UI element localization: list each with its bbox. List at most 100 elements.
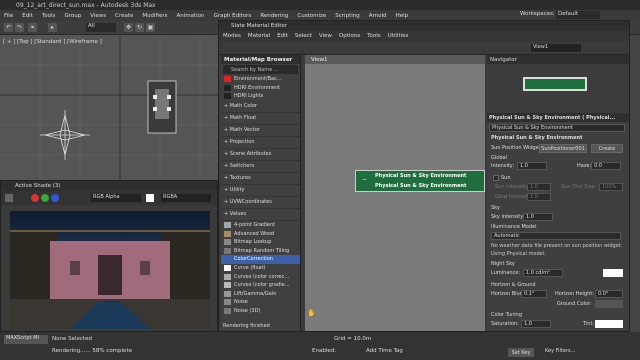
menu-item-edit[interactable]: Edit (22, 13, 33, 19)
menu-item-create[interactable]: Create (115, 13, 133, 19)
browser-map-item[interactable]: 4-point Gradient (221, 221, 300, 230)
browser-map-item[interactable]: Advanced Wood (221, 229, 300, 238)
sun-checkbox[interactable] (493, 175, 499, 181)
sme-menu-tools[interactable]: Tools (367, 33, 381, 39)
red-channel-icon[interactable] (31, 194, 39, 202)
browser-map-item[interactable]: Curves (color correc... (221, 272, 300, 281)
undo-icon[interactable]: ↶ (4, 23, 13, 32)
key-filters-button[interactable]: Key Filters... (545, 348, 575, 354)
luminance-field[interactable]: 1.0 cd/m² (523, 269, 563, 277)
browser-map-item[interactable]: Curves (color gradie... (221, 281, 300, 290)
horizon-blur-field[interactable]: 0.1° (521, 290, 547, 298)
redo-icon[interactable]: ↷ (15, 23, 24, 32)
sme-menu-select[interactable]: Select (295, 33, 312, 39)
add-time-tag-button[interactable]: Add Time Tag (366, 348, 403, 354)
browser-search-input[interactable]: Search by Name ... (223, 65, 298, 74)
view-tab-dropdown[interactable]: View1 (531, 44, 581, 52)
sme-menu-edit[interactable]: Edit (277, 33, 288, 39)
browser-category[interactable]: + UVWCoordinates (221, 197, 300, 209)
menu-item-views[interactable]: Views (90, 13, 106, 19)
display-dropdown[interactable]: RGBA (161, 194, 211, 202)
menu-item-arnold[interactable]: Arnold (369, 13, 387, 19)
physical-model-note: Using Physical model. (491, 251, 546, 257)
blue-channel-icon[interactable] (51, 194, 59, 202)
node-view[interactable]: View1 Physical Sun & Sky Environment Phy… (305, 55, 485, 331)
illuminance-model-dropdown[interactable]: Automatic (491, 232, 621, 240)
create-button[interactable]: Create (591, 144, 623, 153)
tint-swatch[interactable] (595, 320, 623, 328)
move-icon[interactable]: ✥ (124, 23, 133, 32)
browser-category[interactable]: + Math Color (221, 101, 300, 113)
material-name-field[interactable]: Physical Sun & Sky Environment (489, 124, 625, 132)
browser-map-item[interactable]: Noise (221, 298, 300, 307)
menu-item-group[interactable]: Group (64, 13, 81, 19)
navigator-viewport-box[interactable] (523, 77, 587, 91)
sun-disc-size-field[interactable]: 100% (599, 183, 623, 191)
channel-dropdown[interactable]: RGB Alpha (91, 194, 141, 202)
browser-map-item[interactable]: Environment/Bac... (221, 75, 300, 84)
browser-map-item[interactable]: Lift/Gamma/Gain (221, 290, 300, 299)
sky-intensity-field[interactable]: 1.0 (523, 213, 553, 221)
browser-map-item[interactable]: HDRI Lights (221, 92, 300, 101)
browser-map-item[interactable]: Noise (3D) (221, 307, 300, 316)
sme-menu-utilities[interactable]: Utilities (388, 33, 409, 39)
select-icon[interactable]: ▸ (48, 23, 57, 32)
pan-hand-icon[interactable]: ✋ (307, 309, 316, 317)
rollout-title[interactable]: Physical Sun & Sky Environment (491, 135, 582, 141)
browser-category[interactable]: + Switchers (221, 161, 300, 173)
sun-sky-node[interactable]: Physical Sun & Sky Environment Physical … (355, 170, 485, 192)
glow-intensity-field[interactable]: 1.0 (527, 193, 551, 201)
sun-widget-button[interactable]: SunPositioner001 (539, 144, 587, 153)
display-swatch[interactable] (146, 194, 154, 202)
rotate-icon[interactable]: ↻ (135, 23, 144, 32)
browser-category[interactable]: + Math Vector (221, 125, 300, 137)
sme-menu-view[interactable]: View (319, 33, 332, 39)
night-sky-color-swatch[interactable] (603, 269, 623, 277)
haze-field[interactable]: 0.0 (591, 162, 621, 170)
menu-item-rendering[interactable]: Rendering (260, 13, 288, 19)
browser-map-item[interactable]: ColorCorrection (221, 255, 300, 264)
viewport-top[interactable] (0, 35, 220, 185)
rendered-scene-image (10, 211, 210, 329)
scale-icon[interactable]: ▣ (146, 23, 155, 32)
global-group-label: Global (491, 155, 507, 161)
browser-category[interactable]: + Textures (221, 173, 300, 185)
browser-category[interactable]: + Math Float (221, 113, 300, 125)
browser-category[interactable]: + Values (221, 209, 300, 221)
sme-menu-material[interactable]: Material (248, 33, 270, 39)
selection-filter-dropdown[interactable]: All (86, 23, 116, 32)
browser-map-item[interactable]: Curve (float) (221, 264, 300, 273)
browser-category[interactable]: + Projection (221, 137, 300, 149)
browser-category[interactable]: + Scene Attributes (221, 149, 300, 161)
intensity-field[interactable]: 1.0 (517, 162, 547, 170)
ground-color-swatch[interactable] (595, 300, 623, 308)
saturation-field[interactable]: 1.0 (521, 320, 551, 328)
sme-menu-modes[interactable]: Modes (223, 33, 241, 39)
set-key-button[interactable]: Set Key (508, 348, 534, 357)
menu-item-file[interactable]: File (4, 13, 13, 19)
viewport-label[interactable]: [ + ] [Top ] [Standard ] [Wireframe ] (3, 39, 102, 45)
view-tab[interactable]: View1 (305, 55, 485, 64)
save-icon[interactable] (5, 194, 13, 202)
menu-item-animation[interactable]: Animation (177, 13, 205, 19)
workspace-dropdown[interactable]: Default (556, 11, 600, 19)
node-collapse-icon[interactable]: − (362, 176, 367, 183)
menu-item-help[interactable]: Help (396, 13, 409, 19)
browser-category[interactable]: + Utility (221, 185, 300, 197)
browser-map-item[interactable]: Bitmap Lookup (221, 238, 300, 247)
green-channel-icon[interactable] (41, 194, 49, 202)
browser-map-item[interactable]: Bitmap Random Tiling (221, 247, 300, 256)
map-swatch (224, 239, 231, 246)
browser-map-item[interactable]: HDRI Environment (221, 84, 300, 93)
menu-item-customize[interactable]: Customize (297, 13, 326, 19)
menu-item-graph-editors[interactable]: Graph Editors (214, 13, 252, 19)
link-icon[interactable]: ⚭ (28, 23, 37, 32)
menu-item-tools[interactable]: Tools (42, 13, 56, 19)
menu-item-modifiers[interactable]: Modifiers (142, 13, 167, 19)
sun-widget-label: Sun Position Widget: (491, 145, 543, 151)
sun-intensity-field[interactable]: 1.0 (527, 183, 551, 191)
maxscript-listener[interactable]: MAXScript Mi (4, 335, 48, 344)
menu-item-scripting[interactable]: Scripting (335, 13, 359, 19)
horizon-height-field[interactable]: 0.0° (595, 290, 623, 298)
sme-menu-options[interactable]: Options (339, 33, 360, 39)
